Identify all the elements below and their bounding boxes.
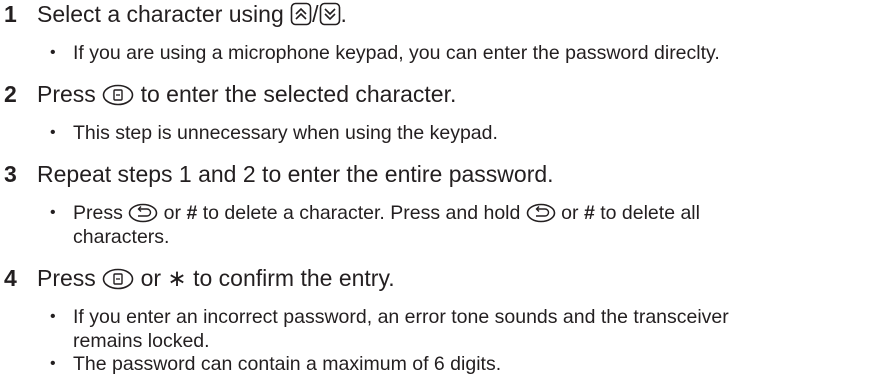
back-key-icon <box>526 203 556 229</box>
bullet-icon: • <box>50 308 56 325</box>
instruction-document: 1 Select a character using /. • If you a… <box>4 0 729 375</box>
bullet-icon: • <box>50 355 56 372</box>
step-text: Repeat steps 1 and 2 to enter the entire… <box>37 161 554 187</box>
hash-key-symbol: # <box>583 202 595 224</box>
step-text: Select a character using /. <box>37 0 347 32</box>
step-number: 1 <box>4 1 17 27</box>
enter-key-icon <box>102 268 134 296</box>
bullet-icon: • <box>50 204 56 221</box>
down-key-icon <box>319 2 341 32</box>
step-number: 2 <box>4 81 17 107</box>
asterisk-key-symbol: ∗ <box>167 265 187 291</box>
step-text: Press to enter the selected character. <box>37 80 456 112</box>
up-key-icon <box>290 2 312 32</box>
bullet-icon: • <box>50 124 56 141</box>
step-text: Press or ∗ to confirm the entry. <box>37 264 395 296</box>
enter-key-icon <box>102 84 134 112</box>
step-number: 3 <box>4 161 17 187</box>
hash-key-symbol: # <box>186 202 198 224</box>
bullet-icon: • <box>50 44 56 61</box>
step-number: 4 <box>4 265 17 291</box>
